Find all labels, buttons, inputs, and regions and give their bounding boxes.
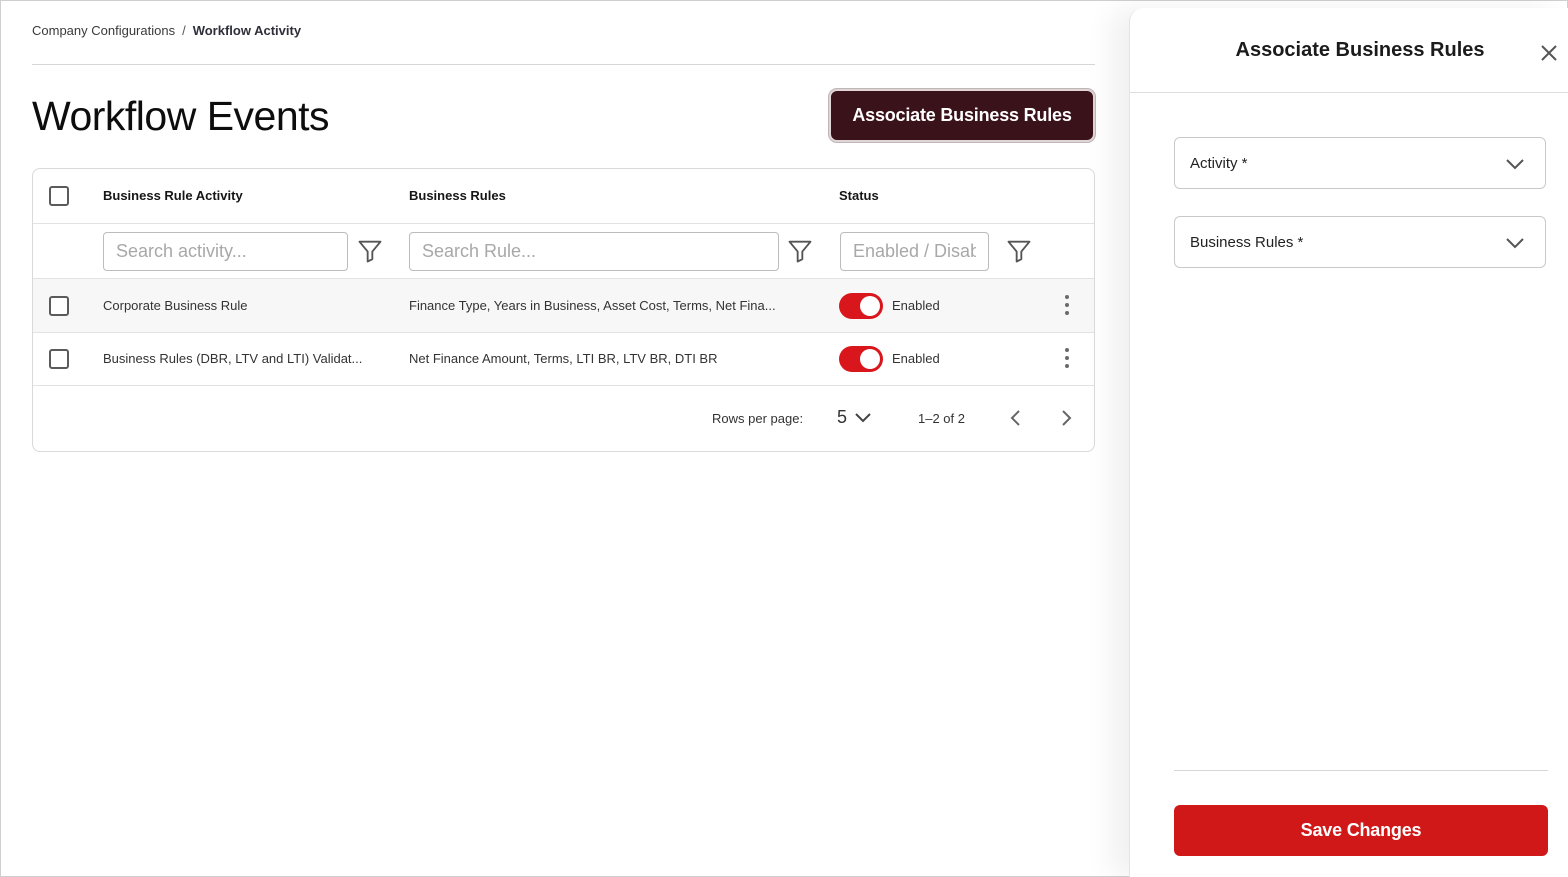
column-header-rules[interactable]: Business Rules xyxy=(409,188,506,203)
chevron-down-icon[interactable] xyxy=(853,411,873,425)
rule-search-input[interactable] xyxy=(409,232,779,271)
status-toggle[interactable] xyxy=(839,293,883,319)
status-label: Enabled xyxy=(892,298,940,313)
chevron-down-icon xyxy=(1506,238,1524,249)
breadcrumb-separator: / xyxy=(182,23,186,38)
workflow-events-table: Business Rule Activity Business Rules St… xyxy=(32,168,1095,452)
filter-icon[interactable] xyxy=(356,237,384,265)
chevron-left-icon[interactable] xyxy=(1006,408,1026,428)
table-header-row: Business Rule Activity Business Rules St… xyxy=(33,169,1094,224)
rows-per-page-label: Rows per page: xyxy=(712,411,804,426)
rows-per-page-select[interactable]: 5 xyxy=(837,407,847,428)
breadcrumb-divider xyxy=(32,64,1095,65)
chevron-down-icon xyxy=(1506,159,1524,170)
table-row[interactable]: Business Rules (DBR, LTV and LTI) Valida… xyxy=(33,333,1094,386)
chevron-right-icon[interactable] xyxy=(1056,408,1076,428)
activity-search-input[interactable] xyxy=(103,232,348,271)
business-rules-select-label: Business Rules * xyxy=(1190,234,1304,251)
row-checkbox[interactable] xyxy=(49,296,69,316)
drawer-divider xyxy=(1130,92,1568,93)
business-rules-select[interactable]: Business Rules * xyxy=(1174,216,1546,268)
table-row[interactable]: Corporate Business Rule Finance Type, Ye… xyxy=(33,279,1094,333)
filter-icon[interactable] xyxy=(1005,237,1033,265)
breadcrumb-parent[interactable]: Company Configurations xyxy=(32,23,175,38)
row-checkbox[interactable] xyxy=(49,349,69,369)
save-changes-button[interactable]: Save Changes xyxy=(1174,805,1548,856)
status-search-input[interactable] xyxy=(840,232,989,271)
filter-icon[interactable] xyxy=(786,237,814,265)
table-filter-row xyxy=(33,224,1094,279)
activity-select[interactable]: Activity * xyxy=(1174,137,1546,189)
associate-business-rules-button[interactable]: Associate Business Rules xyxy=(829,89,1095,142)
status-label: Enabled xyxy=(892,351,940,366)
row-activity: Business Rules (DBR, LTV and LTI) Valida… xyxy=(103,351,363,366)
row-rules: Finance Type, Years in Business, Asset C… xyxy=(409,298,776,313)
breadcrumb: Company Configurations / Workflow Activity xyxy=(32,23,301,38)
activity-select-label: Activity * xyxy=(1190,155,1248,172)
select-all-checkbox[interactable] xyxy=(49,186,69,206)
drawer-title: Associate Business Rules xyxy=(1235,39,1485,61)
pagination-range: 1–2 of 2 xyxy=(918,411,965,426)
pagination: Rows per page: 5 1–2 of 2 xyxy=(33,386,1094,452)
drawer-footer-divider xyxy=(1174,770,1548,771)
page-title: Workflow Events xyxy=(32,93,330,139)
close-icon[interactable] xyxy=(1539,43,1559,63)
breadcrumb-current: Workflow Activity xyxy=(192,23,302,38)
status-toggle[interactable] xyxy=(839,346,883,372)
toggle-knob xyxy=(860,296,880,316)
row-activity: Corporate Business Rule xyxy=(103,298,248,313)
column-header-activity[interactable]: Business Rule Activity xyxy=(103,188,243,203)
associate-rules-drawer: Associate Business Rules Activity * Busi… xyxy=(1129,8,1568,877)
toggle-knob xyxy=(860,349,880,369)
kebab-menu-icon[interactable] xyxy=(1059,347,1075,371)
kebab-menu-icon[interactable] xyxy=(1059,294,1075,318)
row-rules: Net Finance Amount, Terms, LTI BR, LTV B… xyxy=(409,351,718,366)
column-header-status[interactable]: Status xyxy=(839,188,879,203)
